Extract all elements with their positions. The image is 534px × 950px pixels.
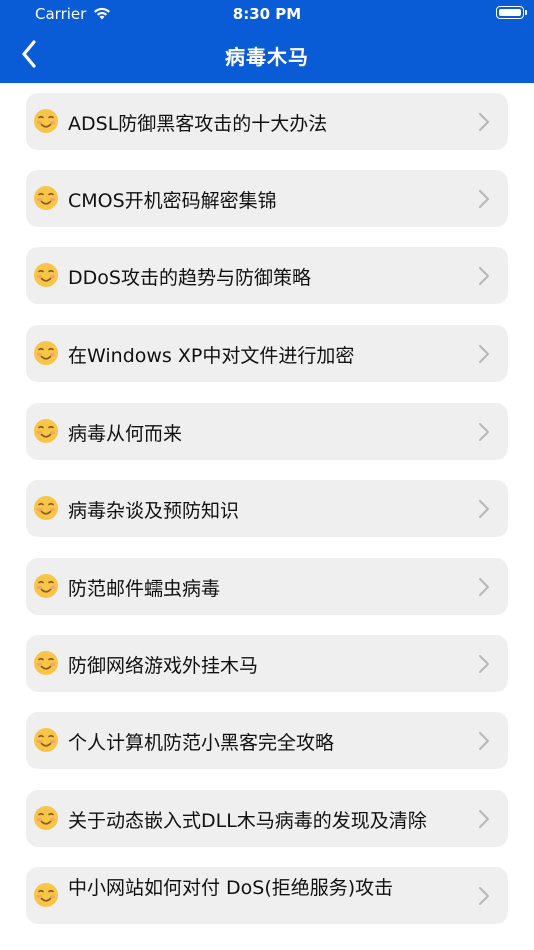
smiling-face-icon xyxy=(34,883,58,907)
list-item-label: 防御网络游戏外挂木马 xyxy=(68,655,259,677)
chevron-right-icon xyxy=(478,577,490,597)
list-item-label: 病毒杂谈及预防知识 xyxy=(68,500,240,522)
chevron-right-icon xyxy=(478,344,490,364)
smiling-face-icon xyxy=(34,728,58,752)
list-item[interactable]: 病毒从何而来 xyxy=(26,403,508,460)
smiling-face-icon xyxy=(34,263,58,287)
list-item[interactable]: 在Windows XP中对文件进行加密 xyxy=(26,325,508,382)
smiling-face-icon xyxy=(34,496,58,520)
list-item[interactable]: 防范邮件蠕虫病毒 xyxy=(26,558,508,615)
chevron-right-icon xyxy=(478,266,490,286)
list-item[interactable]: CMOS开机密码解密集锦 xyxy=(26,170,508,227)
page-title: 病毒木马 xyxy=(225,45,309,69)
list-item[interactable]: 个人计算机防范小黑客完全攻略 xyxy=(26,712,508,769)
smiling-face-icon xyxy=(34,651,58,675)
smiling-face-icon xyxy=(34,806,58,830)
smiling-face-icon xyxy=(34,574,58,598)
list-item[interactable]: 中小网站如何对付 DoS(拒绝服务)攻击 xyxy=(26,867,508,924)
chevron-right-icon xyxy=(478,886,490,906)
chevron-right-icon xyxy=(478,189,490,209)
navigation-bar: 病毒木马 xyxy=(0,26,534,83)
chevron-right-icon xyxy=(478,654,490,674)
smiling-face-icon xyxy=(34,341,58,365)
top-bar: Carrier 8:30 PM 病毒木马 xyxy=(0,0,534,83)
list-item-label: 关于动态嵌入式DLL木马病毒的发现及清除 xyxy=(68,810,427,832)
list-item-label: 防范邮件蠕虫病毒 xyxy=(68,578,221,600)
list-item[interactable]: 关于动态嵌入式DLL木马病毒的发现及清除 xyxy=(26,790,508,847)
list-item-label: DDoS攻击的趋势与防御策略 xyxy=(68,267,311,289)
list-item-label: ADSL防御黑客攻击的十大办法 xyxy=(68,113,328,135)
list-item[interactable]: 防御网络游戏外挂木马 xyxy=(26,635,508,692)
chevron-right-icon xyxy=(478,809,490,829)
chevron-right-icon xyxy=(478,112,490,132)
status-bar: Carrier 8:30 PM xyxy=(0,0,534,26)
list-item[interactable]: DDoS攻击的趋势与防御策略 xyxy=(26,247,508,304)
clock: 8:30 PM xyxy=(232,5,302,23)
list-item-label: 中小网站如何对付 DoS(拒绝服务)攻击 xyxy=(68,877,394,899)
list-item[interactable]: 病毒杂谈及预防知识 xyxy=(26,480,508,537)
list-item[interactable]: ADSL防御黑客攻击的十大办法 xyxy=(26,93,508,150)
chevron-right-icon xyxy=(478,422,490,442)
list-item-label: 个人计算机防范小黑客完全攻略 xyxy=(68,732,335,754)
chevron-right-icon xyxy=(478,731,490,751)
smiling-face-icon xyxy=(34,186,58,210)
battery-icon xyxy=(496,6,527,19)
chevron-right-icon xyxy=(478,499,490,519)
smiling-face-icon xyxy=(34,419,58,443)
list-item-label: CMOS开机密码解密集锦 xyxy=(68,190,277,212)
list-item-label: 病毒从何而来 xyxy=(68,423,183,445)
smiling-face-icon xyxy=(34,109,58,133)
list-item-label: 在Windows XP中对文件进行加密 xyxy=(68,345,355,367)
